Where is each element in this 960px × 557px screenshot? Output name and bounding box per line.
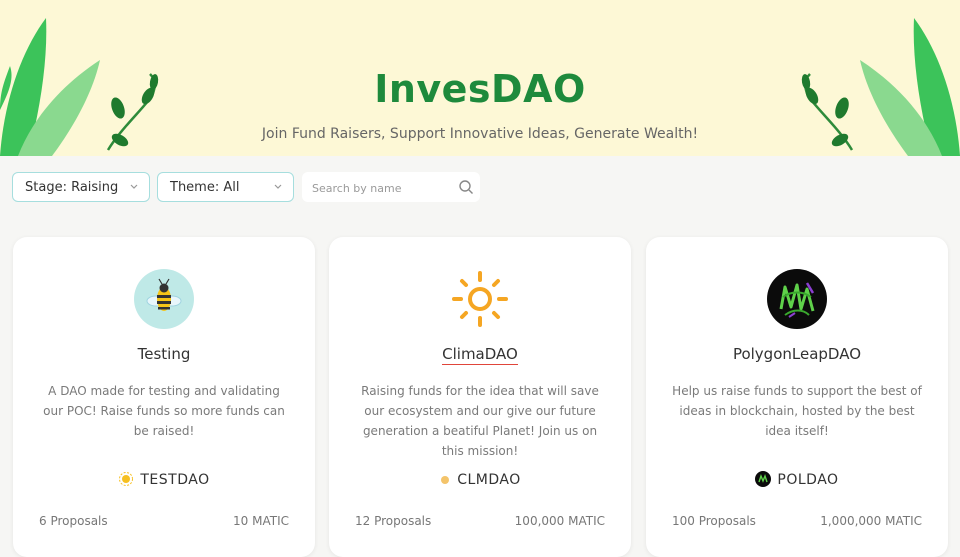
raised-amount: 1,000,000 MATIC xyxy=(820,514,922,528)
dao-card-testing[interactable]: Testing A DAO made for testing and valid… xyxy=(13,237,315,557)
hero-banner: InvesDAO Join Fund Raisers, Support Inno… xyxy=(0,0,960,156)
theme-select[interactable]: Theme: All xyxy=(157,172,294,202)
chevron-down-icon xyxy=(274,184,282,189)
stage-select-label: Stage: Raising xyxy=(25,180,119,195)
token-symbol: TESTDAO xyxy=(140,472,210,488)
token-label: TESTDAO xyxy=(13,471,315,488)
raised-amount: 100,000 MATIC xyxy=(514,514,605,528)
theme-select-label: Theme: All xyxy=(170,180,240,195)
dao-card-climadao[interactable]: ClimaDAO Raising funds for the idea that… xyxy=(329,237,631,557)
token-label: POLDAO xyxy=(646,471,948,488)
dao-card-polygonleapdao[interactable]: PolygonLeapDAO Help us raise funds to su… xyxy=(646,237,948,557)
card-description: A DAO made for testing and validating ou… xyxy=(43,384,285,438)
sun-icon xyxy=(450,269,510,329)
proposal-count: 12 Proposals xyxy=(355,514,432,528)
card-description: Help us raise funds to support the best … xyxy=(672,384,922,438)
page-title: InvesDAO xyxy=(374,67,586,111)
search-input[interactable] xyxy=(310,178,454,198)
token-symbol: POLDAO xyxy=(777,472,839,488)
raised-amount: 10 MATIC xyxy=(233,514,289,528)
polygon-leap-logo-icon xyxy=(767,269,827,329)
sun-small-icon xyxy=(119,472,134,486)
proposal-count: 6 Proposals xyxy=(39,514,108,528)
card-title[interactable]: ClimaDAO xyxy=(329,345,631,365)
card-title: PolygonLeapDAO xyxy=(732,345,862,363)
polygon-leap-small-icon xyxy=(755,471,772,487)
card-description: Raising funds for the idea that will sav… xyxy=(361,384,599,458)
page-subtitle: Join Fund Raisers, Support Innovative Id… xyxy=(261,126,699,142)
search-icon[interactable] xyxy=(458,179,474,195)
stage-select[interactable]: Stage: Raising xyxy=(12,172,150,202)
search-box xyxy=(302,172,480,202)
card-title: Testing xyxy=(137,345,191,363)
dot-icon xyxy=(441,476,450,484)
bee-icon xyxy=(134,269,194,329)
token-symbol: CLMDAO xyxy=(457,472,521,488)
proposal-count: 100 Proposals xyxy=(672,514,756,528)
chevron-down-icon xyxy=(130,184,138,189)
token-label: CLMDAO xyxy=(329,471,631,488)
